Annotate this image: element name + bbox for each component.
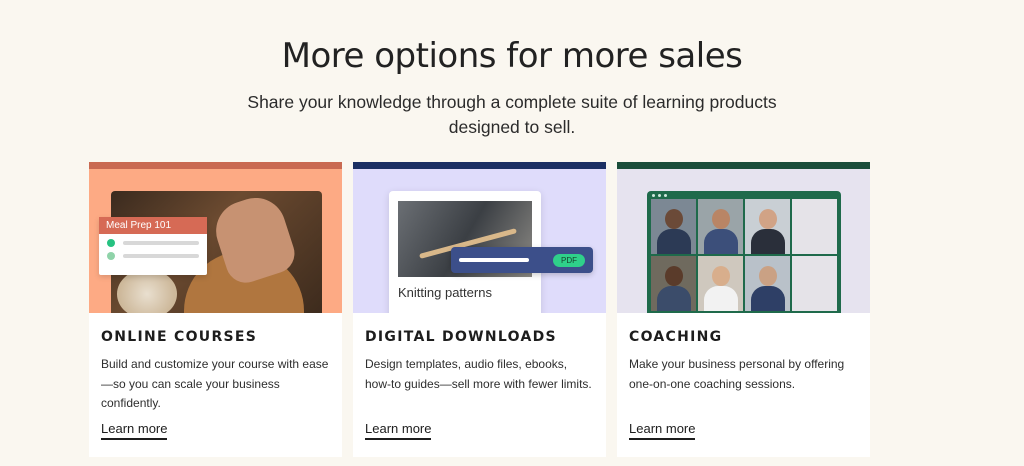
download-bar: PDF [451,247,593,273]
card-title: DIGITAL DOWNLOADS [365,329,557,345]
card-accent-bar [617,162,870,169]
learn-more-link-digital-downloads[interactable]: Learn more [365,421,432,440]
participant-tile [792,256,837,311]
window-controls [652,194,667,197]
card-title: COACHING [629,329,723,345]
learn-more-link-coaching[interactable]: Learn more [629,421,696,440]
card-description: Make your business personal by offering … [629,357,845,391]
participant-tile [745,256,790,311]
lesson-row [99,234,207,247]
online-courses-image: Meal Prep 101 [89,169,342,313]
page-title: More options for more sales [281,36,743,76]
lesson-row [99,247,207,260]
pdf-badge: PDF [553,253,585,267]
participant-tile [698,256,743,311]
card-title: ONLINE COURSES [101,329,258,345]
sheet-label: Knitting patterns [398,285,492,300]
card-accent-bar [89,162,342,169]
learn-more-link-online-courses[interactable]: Learn more [101,421,168,440]
product-cards: Meal Prep 101 ONLINE COURSES Build and c… [89,162,870,457]
progress-icon [107,252,115,260]
lesson-placeholder [123,254,199,258]
card-body: ONLINE COURSES Build and customize your … [89,313,342,457]
participant-tile [745,199,790,254]
participant-tile [651,256,696,311]
card-body: COACHING Make your business personal by … [617,313,870,457]
food-bowl [117,269,177,313]
card-description: Build and customize your course with eas… [101,357,329,410]
course-panel: Meal Prep 101 [99,217,207,275]
participant-grid [651,199,837,311]
lesson-placeholder [123,241,199,245]
hero: More options for more sales Share your k… [0,0,1024,140]
digital-downloads-image: Knitting patterns PDF [353,169,606,313]
video-call-window [647,191,841,313]
participant-tile [651,199,696,254]
card-accent-bar [353,162,606,169]
page-subtitle: Share your knowledge through a complete … [247,92,777,137]
file-name-placeholder [459,258,529,262]
coaching-image [617,169,870,313]
card-digital-downloads: Knitting patterns PDF DIGITAL DOWNLOADS … [353,162,606,457]
participant-tile [792,199,837,254]
participant-tile [698,199,743,254]
course-panel-title: Meal Prep 101 [99,217,207,234]
check-icon [107,239,115,247]
card-body: DIGITAL DOWNLOADS Design templates, audi… [353,313,606,457]
card-online-courses: Meal Prep 101 ONLINE COURSES Build and c… [89,162,342,457]
card-coaching: COACHING Make your business personal by … [617,162,870,457]
card-description: Design templates, audio files, ebooks, h… [365,357,592,391]
